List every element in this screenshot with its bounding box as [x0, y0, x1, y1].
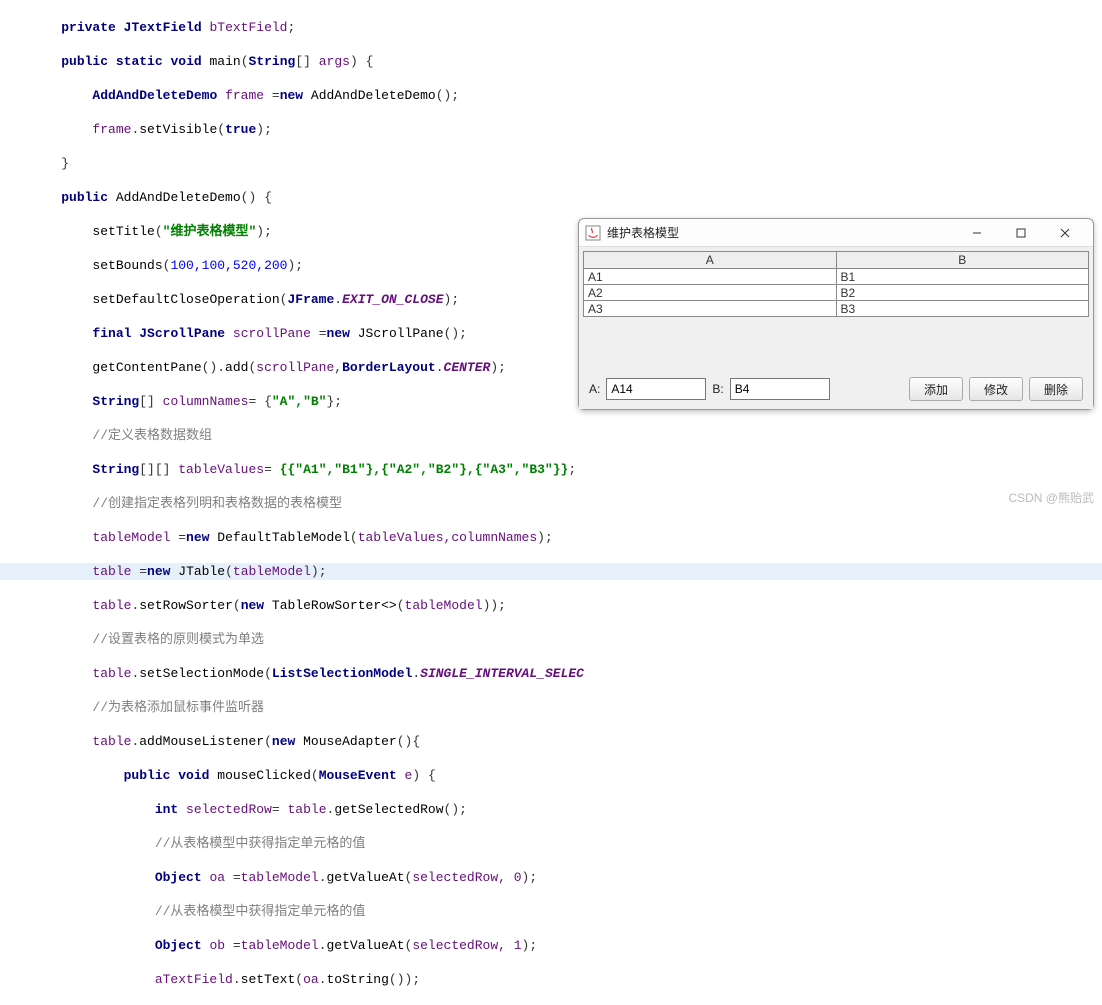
java-app-icon	[585, 225, 601, 241]
label-a: A:	[589, 382, 600, 396]
table-row[interactable]: A2 B2	[584, 285, 1089, 301]
watermark: CSDN @熊贻武	[1008, 489, 1094, 506]
data-table[interactable]: A B A1 B1 A2 B2 A3 B3	[583, 251, 1089, 317]
titlebar[interactable]: 维护表格模型	[579, 219, 1093, 247]
code-editor[interactable]: private JTextField bTextField; public st…	[0, 0, 1102, 1005]
delete-button[interactable]: 删除	[1029, 377, 1083, 401]
window-body: A B A1 B1 A2 B2 A3 B3 A:	[579, 247, 1093, 409]
close-icon	[1060, 228, 1070, 238]
label-b: B:	[712, 382, 723, 396]
table-cell[interactable]: B3	[836, 301, 1089, 317]
table-cell[interactable]: A3	[584, 301, 837, 317]
table-row[interactable]: A3 B3	[584, 301, 1089, 317]
table-header-b[interactable]: B	[836, 252, 1089, 269]
minimize-icon	[972, 228, 982, 238]
table-cell[interactable]: B2	[836, 285, 1089, 301]
input-b[interactable]	[730, 378, 830, 400]
bottom-toolbar: A: B: 添加 修改 删除	[583, 373, 1089, 405]
input-a[interactable]	[606, 378, 706, 400]
table-cell[interactable]: A2	[584, 285, 837, 301]
table-empty-area	[583, 317, 1089, 373]
window-title: 维护表格模型	[607, 224, 955, 241]
close-button[interactable]	[1043, 220, 1087, 246]
table-cell[interactable]: A1	[584, 269, 837, 285]
modify-button[interactable]: 修改	[969, 377, 1023, 401]
table-row[interactable]: A1 B1	[584, 269, 1089, 285]
maximize-button[interactable]	[999, 220, 1043, 246]
table-cell[interactable]: B1	[836, 269, 1089, 285]
maximize-icon	[1016, 228, 1026, 238]
add-button[interactable]: 添加	[909, 377, 963, 401]
app-window: 维护表格模型 A B A1 B1	[578, 218, 1094, 410]
minimize-button[interactable]	[955, 220, 999, 246]
table-header-a[interactable]: A	[584, 252, 837, 269]
